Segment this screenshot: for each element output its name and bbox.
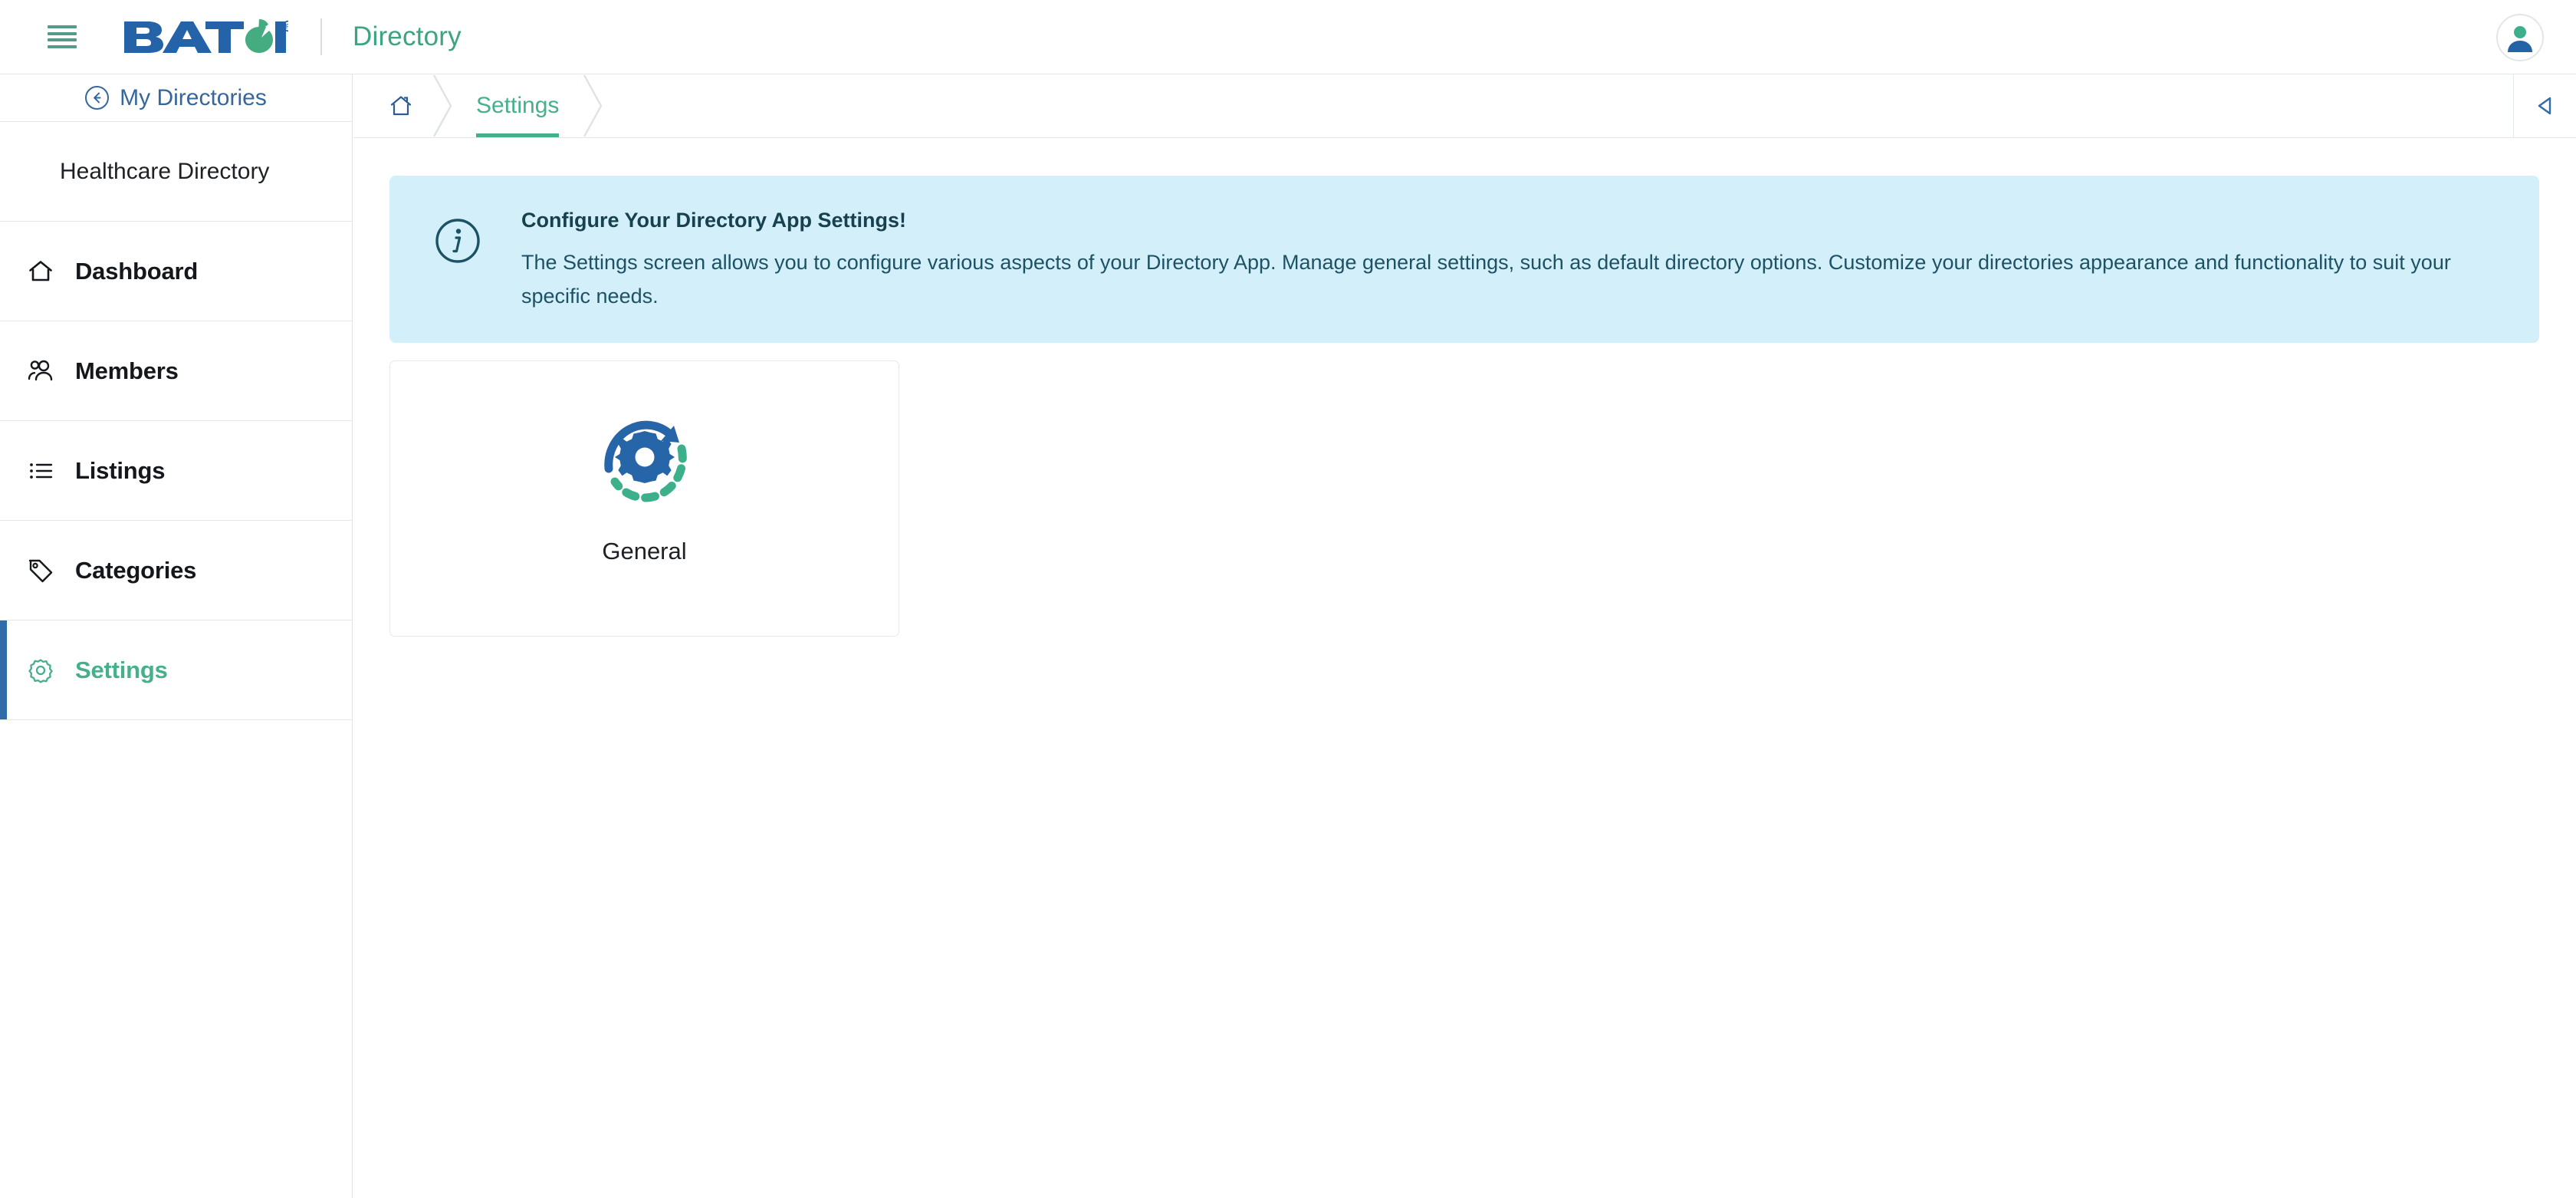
banner-body: The Settings screen allows you to config… (521, 246, 2484, 313)
gear-icon (23, 653, 58, 688)
user-avatar-icon (2503, 21, 2537, 54)
top-bar: R Directory (0, 0, 2576, 74)
circle-arrow-left-icon (85, 86, 109, 110)
list-icon (23, 453, 58, 489)
hamburger-icon[interactable] (48, 25, 77, 48)
sidebar-item-label: Dashboard (75, 258, 198, 285)
tag-icon (23, 553, 58, 588)
home-icon (23, 254, 58, 289)
svg-text:R: R (286, 23, 288, 31)
sidebar-directory-name[interactable]: Healthcare Directory (0, 122, 352, 222)
sidebar-item-label: Settings (75, 657, 168, 684)
sidebar-back-label: My Directories (120, 85, 267, 111)
sidebar-item-label: Listings (75, 457, 165, 485)
breadcrumb-chevron-icon (577, 74, 609, 137)
sidebar: My Directories Healthcare Directory Dash… (0, 74, 353, 1198)
home-icon (389, 94, 413, 118)
info-circle-icon (434, 217, 481, 268)
hamburger-line (48, 38, 77, 41)
sidebar-item-members[interactable]: Members (0, 321, 352, 421)
breadcrumb-home[interactable] (353, 74, 442, 137)
sidebar-back-my-directories[interactable]: My Directories (0, 74, 352, 122)
info-banner: Configure Your Directory App Settings! T… (389, 176, 2539, 343)
sidebar-item-label: Categories (75, 557, 196, 584)
users-icon (23, 354, 58, 389)
breadcrumb: Settings (353, 74, 2576, 138)
sidebar-collapse-button[interactable] (2513, 74, 2576, 137)
sidebar-item-listings[interactable]: Listings (0, 421, 352, 521)
sidebar-item-settings[interactable]: Settings (0, 620, 352, 720)
app-name: Directory (353, 21, 462, 52)
gear-refresh-icon (595, 409, 695, 508)
settings-card-general[interactable]: General (389, 360, 899, 637)
logo-divider (320, 18, 322, 55)
breadcrumb-item-settings[interactable]: Settings (442, 74, 593, 137)
sidebar-item-categories[interactable]: Categories (0, 521, 352, 620)
avatar[interactable] (2496, 14, 2544, 61)
sidebar-item-label: Members (75, 357, 179, 385)
triangle-left-icon (2532, 93, 2558, 119)
breadcrumb-label: Settings (476, 93, 559, 119)
hamburger-line (48, 45, 77, 48)
settings-card-label: General (602, 538, 686, 565)
sidebar-item-dashboard[interactable]: Dashboard (0, 222, 352, 321)
hamburger-line (48, 32, 77, 35)
hamburger-line (48, 25, 77, 28)
main-content: Configure Your Directory App Settings! T… (353, 139, 2576, 1198)
batoi-logo[interactable]: R (123, 18, 353, 55)
banner-title: Configure Your Directory App Settings! (521, 208, 2484, 232)
